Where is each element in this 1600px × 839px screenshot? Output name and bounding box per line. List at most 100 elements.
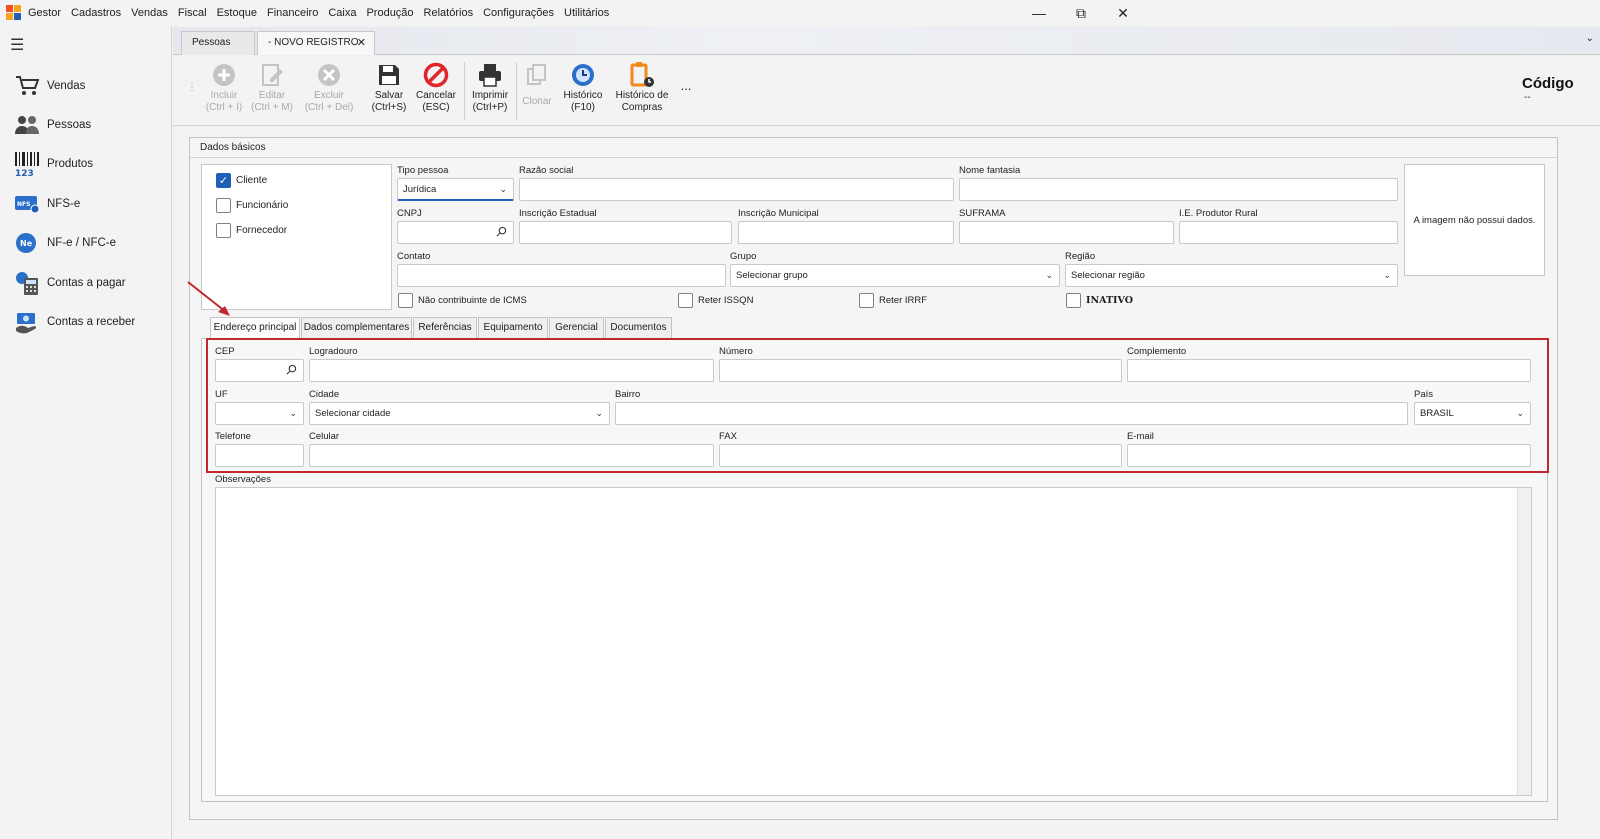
celular-input[interactable]: [309, 444, 714, 467]
reter-irrf-checkbox[interactable]: Reter IRRF: [859, 293, 927, 308]
funcionario-checkbox[interactable]: Funcionário: [216, 198, 288, 213]
historico-button[interactable]: Histórico (F10): [559, 60, 607, 122]
nfse-icon: NFS: [14, 191, 40, 217]
sidebar-item-contas-receber[interactable]: Contas a receber: [14, 307, 164, 337]
complemento-input[interactable]: [1127, 359, 1531, 382]
menu-fiscal[interactable]: Fiscal: [173, 0, 212, 26]
close-tab-icon[interactable]: ✕: [357, 32, 366, 54]
email-input[interactable]: [1127, 444, 1531, 467]
cancelar-button[interactable]: Cancelar (ESC): [413, 60, 459, 122]
menu-configuracoes[interactable]: Configurações: [478, 0, 559, 26]
tab-dados-complementares[interactable]: Dados complementares: [301, 317, 412, 339]
money-icon: [14, 309, 40, 335]
menu-utilitarios[interactable]: Utilitários: [559, 0, 614, 26]
imprimir-button[interactable]: Imprimir (Ctrl+P): [467, 60, 513, 122]
cep-input[interactable]: [215, 359, 304, 382]
email-label: E-mail: [1127, 431, 1154, 442]
restore-button[interactable]: ⧉: [1060, 0, 1102, 26]
sidebar-item-contas-pagar[interactable]: Contas a pagar: [14, 268, 164, 298]
sidebar-item-nfse[interactable]: NFS NFS-e: [14, 189, 164, 219]
tab-referencias[interactable]: Referências: [413, 317, 477, 339]
grupo-label: Grupo: [730, 251, 757, 262]
image-placeholder[interactable]: A imagem não possui dados.: [1404, 164, 1545, 276]
sidebar-item-label: Contas a pagar: [47, 277, 126, 289]
clonar-button[interactable]: Clonar: [519, 60, 555, 122]
regiao-select[interactable]: Selecionar região ⌄: [1065, 264, 1398, 287]
role-label: Fornecedor: [236, 225, 288, 236]
checkbox-box: [216, 198, 231, 213]
excluir-button[interactable]: Excluir (Ctrl + Del): [303, 60, 355, 122]
printer-icon: [476, 60, 504, 90]
historico-compras-button[interactable]: Histórico de Compras: [611, 60, 673, 122]
menu-relatorios[interactable]: Relatórios: [419, 0, 479, 26]
logradouro-label: Logradouro: [309, 346, 358, 357]
grupo-select[interactable]: Selecionar grupo ⌄: [730, 264, 1060, 287]
search-icon[interactable]: [286, 364, 297, 375]
menu-vendas[interactable]: Vendas: [126, 0, 173, 26]
pais-select[interactable]: BRASIL ⌄: [1414, 402, 1531, 425]
chevron-down-icon: ⌄: [1045, 270, 1053, 280]
svg-text:NFS: NFS: [17, 201, 30, 208]
menu-producao[interactable]: Produção: [361, 0, 418, 26]
checkbox-label: Reter IRRF: [879, 295, 928, 306]
sidebar-item-label: Pessoas: [47, 119, 92, 131]
menu-gestor[interactable]: Gestor: [22, 0, 66, 26]
sidebar-item-produtos[interactable]: 123 Produtos: [14, 149, 164, 179]
nome-fantasia-label: Nome fantasia: [959, 165, 1021, 176]
suframa-input[interactable]: [959, 221, 1174, 244]
editar-button[interactable]: Editar (Ctrl + M): [249, 60, 295, 122]
tab-documentos[interactable]: Documentos: [605, 317, 672, 339]
sidebar-item-nfe[interactable]: Ne NF-e / NFC-e: [14, 228, 164, 258]
nome-fantasia-input[interactable]: [959, 178, 1398, 201]
incluir-button[interactable]: Incluir (Ctrl + I): [201, 60, 247, 122]
calculator-icon: [14, 270, 40, 296]
contato-input[interactable]: [397, 264, 726, 287]
menu-caixa[interactable]: Caixa: [323, 0, 361, 26]
uf-select[interactable]: ⌄: [215, 402, 304, 425]
checkbox-label: INATIVO: [1086, 295, 1133, 306]
search-icon[interactable]: [496, 226, 507, 237]
close-window-button[interactable]: ✕: [1102, 0, 1144, 26]
inscricao-estadual-input[interactable]: [519, 221, 732, 244]
ie-produtor-rural-input[interactable]: [1179, 221, 1398, 244]
inscricao-municipal-input[interactable]: [738, 221, 954, 244]
tab-equipamento[interactable]: Equipamento: [478, 317, 548, 339]
sidebar-item-vendas[interactable]: Vendas: [14, 71, 164, 101]
razao-social-input[interactable]: [519, 178, 954, 201]
menu-cadastros[interactable]: Cadastros: [66, 0, 126, 26]
numero-label: Número: [719, 346, 753, 357]
fornecedor-checkbox[interactable]: Fornecedor: [216, 223, 287, 238]
chevron-down-icon[interactable]: ⌄: [1586, 33, 1594, 44]
tab-endereco-principal[interactable]: Endereço principal: [210, 317, 300, 340]
cidade-select[interactable]: Selecionar cidade ⌄: [309, 402, 610, 425]
telefone-label: Telefone: [215, 431, 251, 442]
sidebar-item-pessoas[interactable]: Pessoas: [14, 110, 164, 140]
nao-contribuinte-checkbox[interactable]: Não contribuinte de ICMS: [398, 293, 527, 308]
telefone-input[interactable]: [215, 444, 304, 467]
observacoes-textarea[interactable]: [215, 487, 1532, 796]
toolbar: Incluir (Ctrl + I) Editar (Ctrl + M) Exc…: [173, 56, 1600, 126]
fax-input[interactable]: [719, 444, 1122, 467]
inativo-checkbox[interactable]: INATIVO: [1066, 293, 1133, 308]
bairro-input[interactable]: [615, 402, 1408, 425]
tab-pessoas[interactable]: Pessoas: [181, 31, 255, 55]
minimize-button[interactable]: —: [1018, 0, 1060, 26]
hamburger-menu-icon[interactable]: ☰: [10, 38, 24, 54]
barcode-icon: 123: [14, 151, 40, 177]
tab-label: Pessoas: [192, 37, 231, 48]
numero-input[interactable]: [719, 359, 1122, 382]
sidebar: ☰ Vendas Pessoas 123 Produtos NFS NFS-e …: [0, 27, 172, 839]
cnpj-input[interactable]: [397, 221, 514, 244]
salvar-button[interactable]: Salvar (Ctrl+S): [367, 60, 411, 122]
tab-novo-registro[interactable]: - NOVO REGISTRO ✕: [257, 31, 375, 55]
menu-financeiro[interactable]: Financeiro: [262, 0, 323, 26]
menu-estoque[interactable]: Estoque: [212, 0, 262, 26]
more-options-button[interactable]: ...: [677, 60, 695, 122]
cliente-checkbox[interactable]: ✓ Cliente: [216, 173, 267, 188]
reter-issqn-checkbox[interactable]: Reter ISSQN: [678, 293, 753, 308]
clone-icon: [523, 60, 551, 90]
tipo-pessoa-select[interactable]: Jurídica ⌄: [397, 178, 514, 201]
logradouro-input[interactable]: [309, 359, 714, 382]
tab-gerencial[interactable]: Gerencial: [549, 317, 604, 339]
scrollbar[interactable]: [1517, 488, 1531, 795]
